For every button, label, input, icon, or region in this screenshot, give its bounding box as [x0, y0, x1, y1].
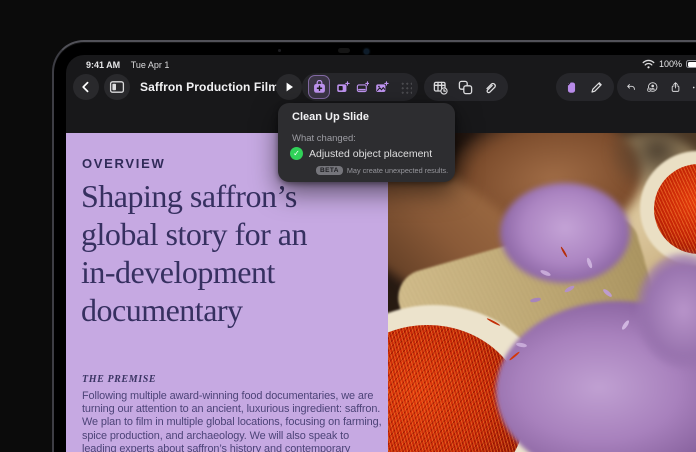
shapes-icon[interactable] [458, 80, 473, 95]
actions-toolbar-group [617, 73, 696, 101]
ambient-sensor [278, 49, 281, 52]
back-button[interactable] [73, 74, 99, 100]
heading-line: global story for an [81, 215, 381, 253]
play-button[interactable] [276, 74, 302, 100]
draw-pen-icon[interactable] [589, 80, 604, 95]
undo-icon[interactable] [626, 80, 636, 95]
beta-badge: BETA [316, 166, 343, 175]
object-toolbar-group [424, 73, 508, 101]
insert-object-icon [312, 80, 327, 95]
slide-kicker: THE PREMISE [82, 374, 156, 385]
front-camera-icon [364, 49, 369, 54]
green-check-icon: ✓ [290, 147, 303, 160]
wifi-icon [642, 59, 655, 69]
format-brush-icon[interactable] [564, 80, 579, 95]
more-icon[interactable] [692, 80, 696, 95]
popover-title: Clean Up Slide [292, 111, 369, 123]
clean-up-slide-popover: Clean Up Slide What changed: ✓ Adjusted … [278, 103, 455, 182]
heading-line: documentary [81, 291, 381, 329]
speaker-slot [338, 48, 350, 53]
change-item-label: Adjusted object placement [309, 148, 432, 160]
document-title: Saffron Production Film [140, 80, 279, 94]
navigator-icon [109, 79, 125, 95]
beta-note: May create unexpected results. [347, 166, 448, 175]
insert-slide-icon[interactable] [356, 80, 370, 95]
popover-subtitle: What changed: [292, 133, 356, 144]
slide-heading: Shaping saffron’s global story for an in… [81, 177, 381, 329]
chevron-left-icon [78, 79, 94, 95]
heading-line: Shaping saffron’s [81, 177, 381, 215]
slide-body-text: Following multiple award-winning food do… [82, 390, 382, 452]
status-time: 9:41 AM [86, 60, 120, 70]
change-item: ✓ Adjusted object placement [290, 147, 432, 160]
battery-icon [686, 59, 696, 69]
heading-line: in-development [81, 253, 381, 291]
insert-media-icon[interactable] [375, 80, 389, 95]
drag-handle-icon[interactable] [400, 81, 412, 94]
ipad-screen: 9:41 AM Tue Apr 1 100% [66, 55, 696, 452]
status-bar-left: 9:41 AM Tue Apr 1 [86, 60, 169, 70]
collaborate-icon[interactable] [647, 79, 658, 95]
format-toolbar-group [556, 73, 614, 101]
insert-toolbar-group [302, 73, 418, 101]
status-bar-right: 100% [642, 59, 696, 69]
battery-percent: 100% [659, 59, 682, 69]
table-chart-icon[interactable] [433, 80, 448, 95]
insert-photo-icon[interactable] [336, 80, 350, 95]
scene: 9:41 AM Tue Apr 1 100% [0, 0, 696, 452]
photo-flower-pile [500, 183, 630, 283]
insert-object-button[interactable] [308, 75, 330, 99]
beta-row: BETA May create unexpected results. [316, 166, 448, 175]
ipad-bezel: 9:41 AM Tue Apr 1 100% [52, 40, 696, 452]
share-icon[interactable] [670, 79, 681, 95]
attachment-icon[interactable] [483, 80, 498, 95]
status-date: Tue Apr 1 [131, 60, 170, 70]
slide-navigator-button[interactable] [104, 74, 130, 100]
slide-eyebrow: OVERVIEW [82, 156, 165, 171]
play-icon [281, 79, 297, 95]
